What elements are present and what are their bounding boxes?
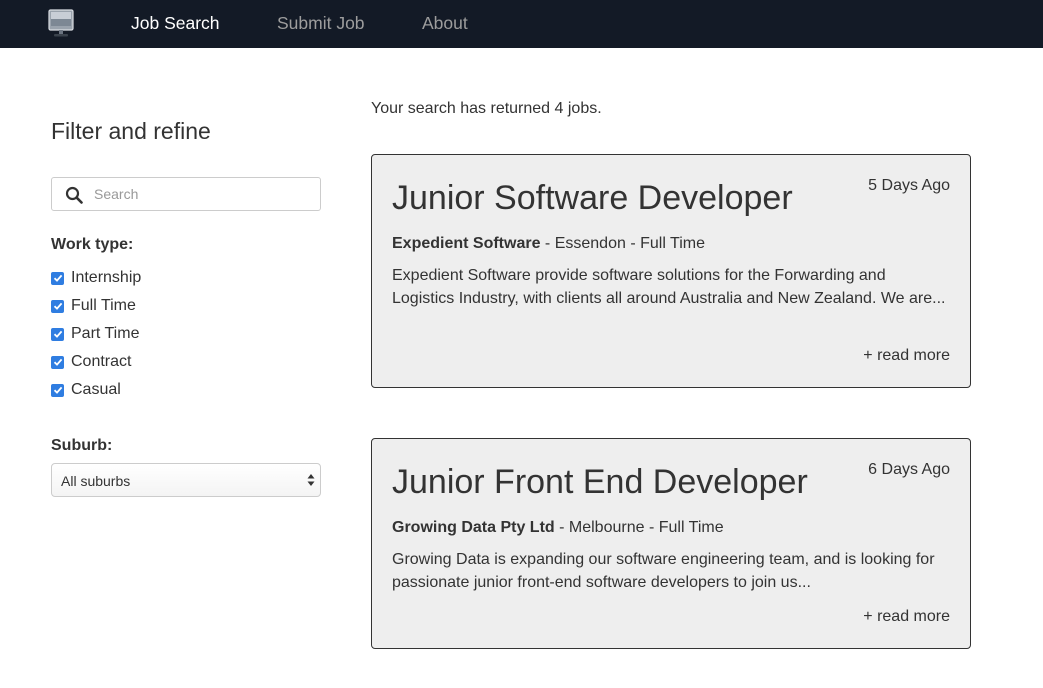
job-title[interactable]: Junior Software Developer — [392, 179, 793, 217]
read-more-link[interactable]: + read more — [863, 347, 950, 365]
job-posted-date: 5 Days Ago — [868, 177, 950, 194]
checkbox-checked-icon[interactable] — [51, 327, 64, 341]
nav-submit-job[interactable]: Submit Job — [277, 13, 365, 33]
job-company: Expedient Software — [392, 235, 541, 252]
job-card[interactable]: Junior Front End Developer 6 Days Ago Gr… — [371, 438, 971, 649]
job-card[interactable]: Junior Software Developer 5 Days Ago Exp… — [371, 154, 971, 388]
job-location-type: - Essendon - Full Time — [540, 235, 705, 252]
read-more-link[interactable]: + read more — [863, 608, 950, 626]
job-company: Growing Data Pty Ltd — [392, 519, 555, 536]
work-type-contract[interactable]: Contract — [51, 351, 131, 373]
top-navbar: Job Search Submit Job About — [0, 0, 1043, 48]
job-description: Growing Data is expanding our software e… — [392, 551, 935, 591]
checkbox-checked-icon[interactable] — [51, 383, 64, 397]
nav-about[interactable]: About — [422, 13, 468, 33]
work-type-internship[interactable]: Internship — [51, 267, 141, 289]
suburb-select-value: All suburbs — [61, 473, 131, 489]
search-input[interactable] — [94, 178, 312, 210]
checkbox-checked-icon[interactable] — [51, 299, 64, 313]
work-type-option-label: Casual — [71, 381, 121, 398]
job-meta: Growing Data Pty Ltd - Melbourne - Full … — [392, 519, 724, 537]
work-type-option-label: Part Time — [71, 325, 140, 342]
suburb-select[interactable]: All suburbs — [51, 463, 321, 497]
work-type-option-label: Full Time — [71, 297, 136, 314]
work-type-casual[interactable]: Casual — [51, 379, 121, 401]
select-arrows-icon — [307, 474, 315, 486]
checkbox-checked-icon[interactable] — [51, 355, 64, 369]
job-posted-date: 6 Days Ago — [868, 461, 950, 478]
monitor-icon[interactable] — [48, 9, 74, 39]
suburb-label: Suburb: — [51, 437, 113, 454]
work-type-option-label: Internship — [71, 269, 142, 286]
work-type-label: Work type: — [51, 236, 134, 253]
results-summary: Your search has returned 4 jobs. — [371, 100, 602, 117]
work-type-part-time[interactable]: Part Time — [51, 323, 139, 345]
job-title[interactable]: Junior Front End Developer — [392, 463, 808, 501]
work-type-full-time[interactable]: Full Time — [51, 295, 136, 317]
nav-job-search[interactable]: Job Search — [131, 13, 220, 33]
job-meta: Expedient Software - Essendon - Full Tim… — [392, 235, 705, 253]
job-description: Expedient Software provide software solu… — [392, 267, 946, 307]
search-icon — [65, 186, 83, 204]
job-location-type: - Melbourne - Full Time — [554, 519, 724, 536]
search-box[interactable] — [51, 177, 321, 211]
checkbox-checked-icon[interactable] — [51, 271, 64, 285]
work-type-option-label: Contract — [71, 353, 132, 370]
filter-title: Filter and refine — [51, 118, 211, 144]
